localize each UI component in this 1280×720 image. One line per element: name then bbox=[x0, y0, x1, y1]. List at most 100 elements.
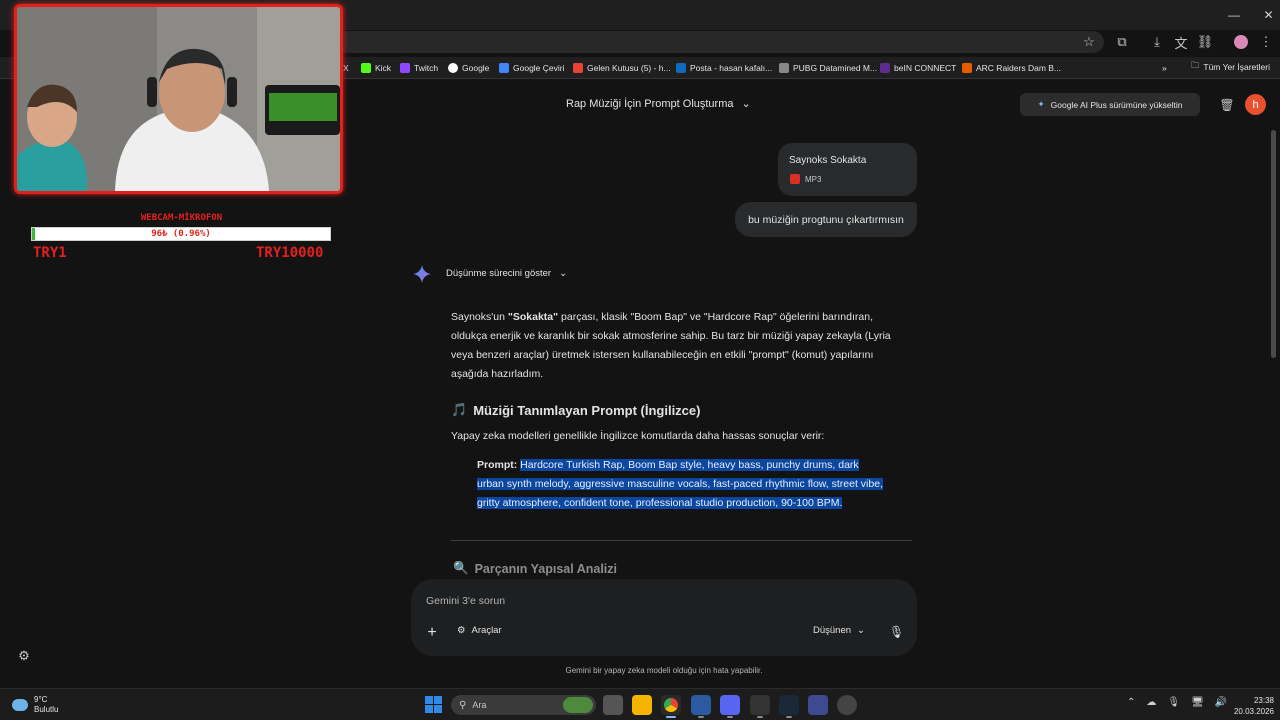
bookmark-bein[interactable]: beIN CONNECT bbox=[880, 60, 956, 76]
microphone-icon[interactable]: 🎙 bbox=[1167, 697, 1180, 708]
pubg-icon bbox=[779, 63, 789, 73]
user-message: bu müziğin progtunu çıkartırmısın bbox=[735, 202, 917, 237]
gift-icon[interactable]: 🗑 bbox=[1218, 96, 1236, 114]
goal-min-label: TRY1 bbox=[33, 245, 67, 261]
donation-progress-text: 96₺ (0.96%) bbox=[151, 229, 211, 239]
minimize-button-2[interactable] bbox=[1188, 0, 1234, 30]
obs-icon[interactable] bbox=[750, 695, 770, 718]
bookmark-google[interactable]: Google bbox=[448, 60, 489, 76]
onedrive-icon[interactable]: ☁ bbox=[1146, 697, 1156, 708]
cloud-icon bbox=[12, 699, 28, 711]
chat-title-dropdown[interactable]: Rap Müziği İçin Prompt Oluşturma ⌄ bbox=[566, 97, 751, 111]
outlook-icon bbox=[676, 63, 686, 73]
taskbar-search[interactable]: ⚲ Ara bbox=[451, 695, 596, 715]
folder-icon: 🗀 bbox=[1190, 60, 1200, 70]
upgrade-button[interactable]: ✦ Google AI Plus sürümüne yükseltin bbox=[1020, 93, 1200, 116]
search-highlight-image bbox=[563, 697, 593, 713]
app-icon-1[interactable] bbox=[691, 695, 711, 718]
gmail-icon bbox=[573, 63, 583, 73]
section-heading: 🎵 Müziği Tanımlayan Prompt (İngilizce) bbox=[451, 402, 701, 418]
link-icon[interactable]: ⛓ bbox=[1196, 34, 1214, 50]
section-heading-2: 🔍 Parçanın Yapısal Analizi bbox=[453, 561, 618, 576]
profile-icon[interactable] bbox=[1232, 34, 1250, 50]
attachment-card[interactable]: Saynoks Sokakta MP3 bbox=[778, 143, 917, 196]
bookmark-pubg[interactable]: PUBG Datamined M... bbox=[779, 60, 877, 76]
file-explorer-icon[interactable] bbox=[632, 695, 652, 715]
system-tray: ⌃ ☁ 🎙 🖥 🔊 bbox=[1127, 697, 1227, 708]
show-thinking-toggle[interactable]: Düşünme sürecini göster ⌄ bbox=[446, 268, 567, 279]
search-icon: ⚲ bbox=[459, 699, 467, 711]
chevron-up-icon[interactable]: ⌃ bbox=[1127, 697, 1135, 708]
bookmark-arc-raiders[interactable]: ARC Raiders Dam B... bbox=[962, 60, 1061, 76]
attachment-name: Saynoks Sokakta bbox=[789, 155, 867, 166]
prompt-text: Hardcore Turkish Rap, Boom Bap style, he… bbox=[477, 459, 883, 509]
microphone-button[interactable]: 🎙 bbox=[889, 625, 904, 639]
bookmark-gmail[interactable]: Gelen Kutusu (5) - h... bbox=[573, 60, 671, 76]
kick-icon bbox=[361, 63, 371, 73]
bookmark-twitch[interactable]: Twitch bbox=[400, 60, 438, 76]
start-button[interactable] bbox=[425, 696, 442, 713]
composer: + ⚙ Araçlar Düşünen ⌄ 🎙 bbox=[411, 579, 917, 656]
bookmark-outlook[interactable]: Posta - hasan kafalı... bbox=[676, 60, 772, 76]
chevron-down-icon: ⌄ bbox=[559, 268, 568, 279]
attachment-type: MP3 bbox=[790, 174, 821, 184]
scrollbar-thumb[interactable] bbox=[1271, 130, 1276, 358]
prompt-block: Prompt: Hardcore Turkish Rap, Boom Bap s… bbox=[477, 456, 887, 513]
prompt-label: Prompt: bbox=[477, 459, 518, 471]
translate-icon[interactable]: 文 bbox=[1172, 34, 1190, 51]
webcam-feed bbox=[14, 4, 343, 194]
chevron-down-icon: ⌄ bbox=[741, 98, 751, 110]
webcam-video-image bbox=[17, 7, 340, 191]
disclaimer: Gemini bir yapay zeka modeli olduğu için… bbox=[565, 666, 763, 675]
network-icon[interactable]: 🖥 bbox=[1191, 697, 1204, 708]
gemini-spark-icon bbox=[413, 265, 431, 283]
task-view-icon[interactable] bbox=[603, 695, 623, 715]
chevron-down-icon: ⌄ bbox=[857, 625, 865, 636]
goal-max-label: TRY10000 bbox=[256, 245, 324, 261]
kebab-menu-icon[interactable]: ⋮ bbox=[1257, 34, 1275, 50]
add-attachment-button[interactable]: + bbox=[424, 624, 440, 641]
bookmarks-overflow-button[interactable]: » bbox=[1162, 60, 1167, 76]
arc-raiders-icon bbox=[962, 63, 972, 73]
response-body: Saynoks'un "Sokakta" parçası, klasik "Bo… bbox=[451, 308, 901, 509]
section-text: Yapay zeka modelleri genellikle İngilizc… bbox=[451, 430, 825, 442]
music-note-icon: 🎵 bbox=[451, 402, 468, 417]
app-icon-2[interactable] bbox=[808, 695, 828, 715]
all-bookmarks-button[interactable]: 🗀 Tüm Yer İşaretleri bbox=[1191, 60, 1270, 74]
prompt-input[interactable] bbox=[426, 593, 806, 609]
address-bar[interactable] bbox=[300, 31, 1104, 53]
google-icon bbox=[448, 63, 458, 73]
divider bbox=[451, 540, 912, 541]
clock[interactable]: 23:38 20.03.2026 bbox=[1226, 695, 1274, 717]
extensions-icon[interactable]: ⧉ bbox=[1113, 34, 1131, 50]
bookmark-star-icon[interactable]: ☆ bbox=[1080, 34, 1098, 50]
media-player-icon[interactable] bbox=[837, 695, 857, 715]
taskbar: 9°C Bulutlu ⚲ Ara ⌃ ☁ 🎙 🖥 🔊 23:38 20.03.… bbox=[0, 688, 1280, 720]
bein-icon bbox=[880, 63, 890, 73]
discord-icon[interactable] bbox=[720, 695, 740, 718]
translate-icon bbox=[499, 63, 509, 73]
bookmark-kick[interactable]: Kick bbox=[361, 60, 391, 76]
download-icon[interactable]: ⤓ bbox=[1148, 34, 1166, 50]
twitch-icon bbox=[400, 63, 410, 73]
tools-button[interactable]: ⚙ Araçlar bbox=[457, 625, 502, 636]
close-button[interactable]: ✕ bbox=[1257, 0, 1280, 30]
chat-title: Rap Müziği İçin Prompt Oluşturma bbox=[566, 97, 734, 110]
bookmark-google-translate[interactable]: Google Çeviri bbox=[499, 60, 565, 76]
donation-progress-bar: 96₺ (0.96%) bbox=[31, 227, 331, 241]
tools-icon: ⚙ bbox=[457, 625, 466, 636]
avatar[interactable]: h bbox=[1245, 94, 1266, 115]
weather-widget[interactable]: 9°C Bulutlu bbox=[12, 695, 58, 715]
bookmark-x[interactable]: X bbox=[343, 60, 349, 76]
weather-temp: 9°C bbox=[34, 695, 48, 704]
settings-icon[interactable]: ⚙ bbox=[17, 648, 31, 663]
chrome-icon[interactable] bbox=[661, 695, 681, 718]
weather-desc: Bulutlu bbox=[34, 705, 59, 714]
sparkle-icon: ✦ bbox=[1037, 99, 1045, 109]
steam-icon[interactable] bbox=[779, 695, 799, 718]
model-selector[interactable]: Düşünen ⌄ bbox=[813, 625, 865, 636]
magnifier-icon: 🔍 bbox=[453, 561, 469, 575]
response-intro: Saynoks'un "Sokakta" parçası, klasik "Bo… bbox=[451, 311, 891, 380]
webcam-label: WEBCAM-MİKROFON bbox=[140, 213, 223, 223]
audio-file-icon bbox=[790, 174, 800, 184]
